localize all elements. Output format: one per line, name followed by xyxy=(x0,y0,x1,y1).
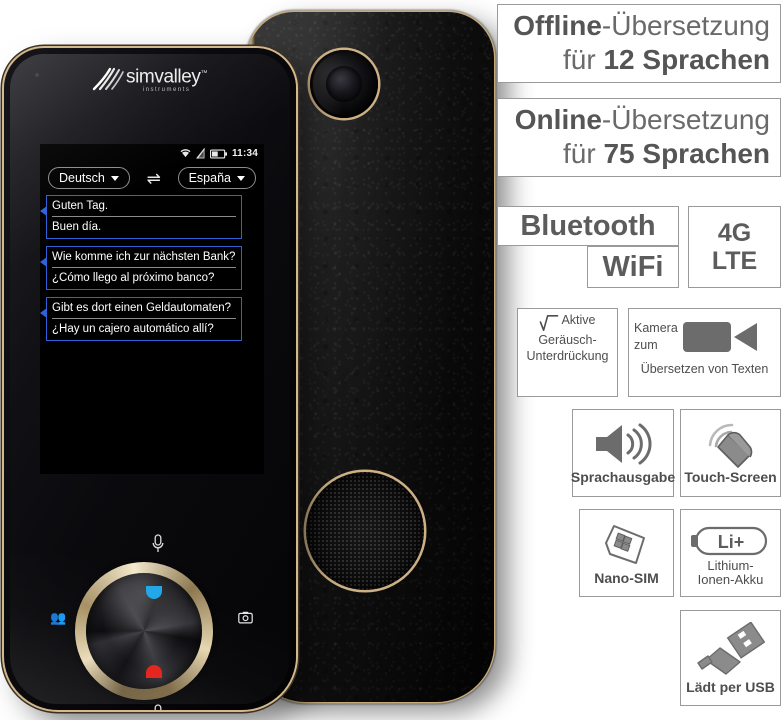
signal-icon xyxy=(195,148,205,159)
offline-strong: Offline xyxy=(513,10,602,41)
camera-line3: Übersetzen von Texten xyxy=(640,362,769,376)
swap-languages-icon[interactable]: ⇌ xyxy=(147,170,161,187)
offline-rest: -Übersetzung xyxy=(601,10,770,41)
chat-bubble[interactable]: Wie komme ich zur nächsten Bank? ¿Cómo l… xyxy=(40,246,242,290)
speech-label: Sprachausgabe xyxy=(570,469,676,485)
glass-highlight-bottom xyxy=(10,554,290,704)
camera-line1: Kamera xyxy=(634,321,678,335)
camera-lens-glint xyxy=(335,74,349,85)
touch-finger-icon xyxy=(708,423,752,468)
sim-card-icon xyxy=(604,524,645,564)
badge-battery: Li+ Lithium- Ionen-Akku xyxy=(680,509,781,597)
microphone-icon-bottom xyxy=(154,704,162,710)
noise-line2: Geräusch- xyxy=(538,333,597,347)
badge-online-translation: Online-Übersetzung für 75 Sprachen xyxy=(497,98,781,177)
brand-logo: simvalley™ instruments xyxy=(92,64,208,94)
badge-4g-lte: 4G LTE xyxy=(688,206,781,288)
bubble-source-text: Guten Tag. xyxy=(52,200,109,212)
online-line2-strong: 75 Sprachen xyxy=(603,137,770,169)
online-line2-pre: für xyxy=(563,137,604,169)
noise-line3: Unterdrückung xyxy=(526,348,609,363)
battery-pill-icon: Li+ xyxy=(690,526,767,555)
conversation-list: Guten Tag. Buen día. Wie komme ich zur n… xyxy=(40,189,264,341)
badge-wifi: WiFi xyxy=(587,246,679,288)
brand-name: simvalley xyxy=(126,66,201,88)
brand-tm: ™ xyxy=(200,70,208,77)
phone-front-view: simvalley™ instruments 11:34 Deutsch ⇌ E… xyxy=(4,48,296,710)
status-time: 11:34 xyxy=(231,148,258,159)
chat-bubble[interactable]: Guten Tag. Buen día. xyxy=(40,195,242,239)
speaker-grille-icon xyxy=(306,472,424,590)
waveform-icon xyxy=(540,314,559,332)
svg-text:Li+: Li+ xyxy=(717,532,744,552)
badge-bluetooth: Bluetooth xyxy=(497,206,679,246)
phone-glass: simvalley™ instruments 11:34 Deutsch ⇌ E… xyxy=(10,54,290,710)
language-to-button[interactable]: España xyxy=(177,167,256,189)
product-photo: simvalley™ instruments 11:34 Deutsch ⇌ E… xyxy=(0,0,494,720)
noise-line1: Aktive xyxy=(561,313,596,327)
camera-line2: zum xyxy=(634,337,658,352)
feature-badges-panel: Offline-Übersetzung für 12 Sprachen Onli… xyxy=(490,0,784,720)
bubble-target-text: ¿Cómo llego al próximo banco? xyxy=(52,272,215,284)
swoosh-icon xyxy=(92,67,124,91)
badge-usb-charging: Lädt per USB xyxy=(680,610,781,706)
usb-label: Lädt per USB xyxy=(686,678,775,695)
badge-noise-cancelling: Aktive Geräusch- Unterdrückung xyxy=(517,308,618,397)
online-strong: Online xyxy=(514,104,602,135)
badge-camera-translation: Kamera zum Übersetzen von Texten xyxy=(628,308,781,397)
phone-display[interactable]: 11:34 Deutsch ⇌ España Guten Tag. Buen d… xyxy=(40,144,264,474)
battery-icon xyxy=(209,148,227,159)
rear-camera-icon xyxy=(310,50,378,118)
language-to-label: España xyxy=(188,171,231,185)
lte-line2: LTE xyxy=(711,247,758,275)
language-from-button[interactable]: Deutsch xyxy=(48,167,130,189)
chat-bubble[interactable]: Gibt es dort einen Geldautomaten? ¿Hay u… xyxy=(40,297,242,341)
usb-plug-icon xyxy=(696,621,765,675)
chevron-down-icon xyxy=(236,175,245,181)
status-bar: 11:34 xyxy=(40,144,264,163)
badge-speech-output: Sprachausgabe xyxy=(570,409,676,497)
bubble-source-text: Gibt es dort einen Geldautomaten? xyxy=(52,302,232,314)
offline-line2-strong: 12 Sprachen xyxy=(603,43,770,75)
lte-line1: 4G xyxy=(717,219,752,247)
wifi-icon xyxy=(180,149,191,158)
brand-subtitle: instruments xyxy=(142,87,191,94)
chevron-down-icon xyxy=(110,175,119,181)
offline-line2-pre: für xyxy=(563,43,604,75)
bubble-target-text: ¿Hay un cajero automático allí? xyxy=(52,323,214,335)
sim-label: Nano-SIM xyxy=(594,569,659,586)
badge-nano-sim: Nano-SIM xyxy=(579,509,674,597)
battery-line2: Ionen-Akku xyxy=(697,572,764,587)
online-rest: -Übersetzung xyxy=(601,104,770,135)
video-camera-icon xyxy=(682,322,757,352)
microphone-icon-top xyxy=(152,534,164,552)
bubble-source-text: Wie komme ich zur nächsten Bank? xyxy=(52,251,236,263)
bubble-target-text: Buen día. xyxy=(52,221,102,233)
touch-label: Touch-Screen xyxy=(684,469,777,485)
speaker-icon xyxy=(596,423,652,465)
language-from-label: Deutsch xyxy=(59,171,105,185)
battery-line1: Lithium- xyxy=(707,557,754,573)
badge-touch-screen: Touch-Screen xyxy=(680,409,781,497)
front-sensor-icon xyxy=(34,72,40,78)
camera-highlight xyxy=(313,53,343,115)
badge-offline-translation: Offline-Übersetzung für 12 Sprachen xyxy=(497,4,781,83)
language-selector-row: Deutsch ⇌ España xyxy=(40,163,264,189)
